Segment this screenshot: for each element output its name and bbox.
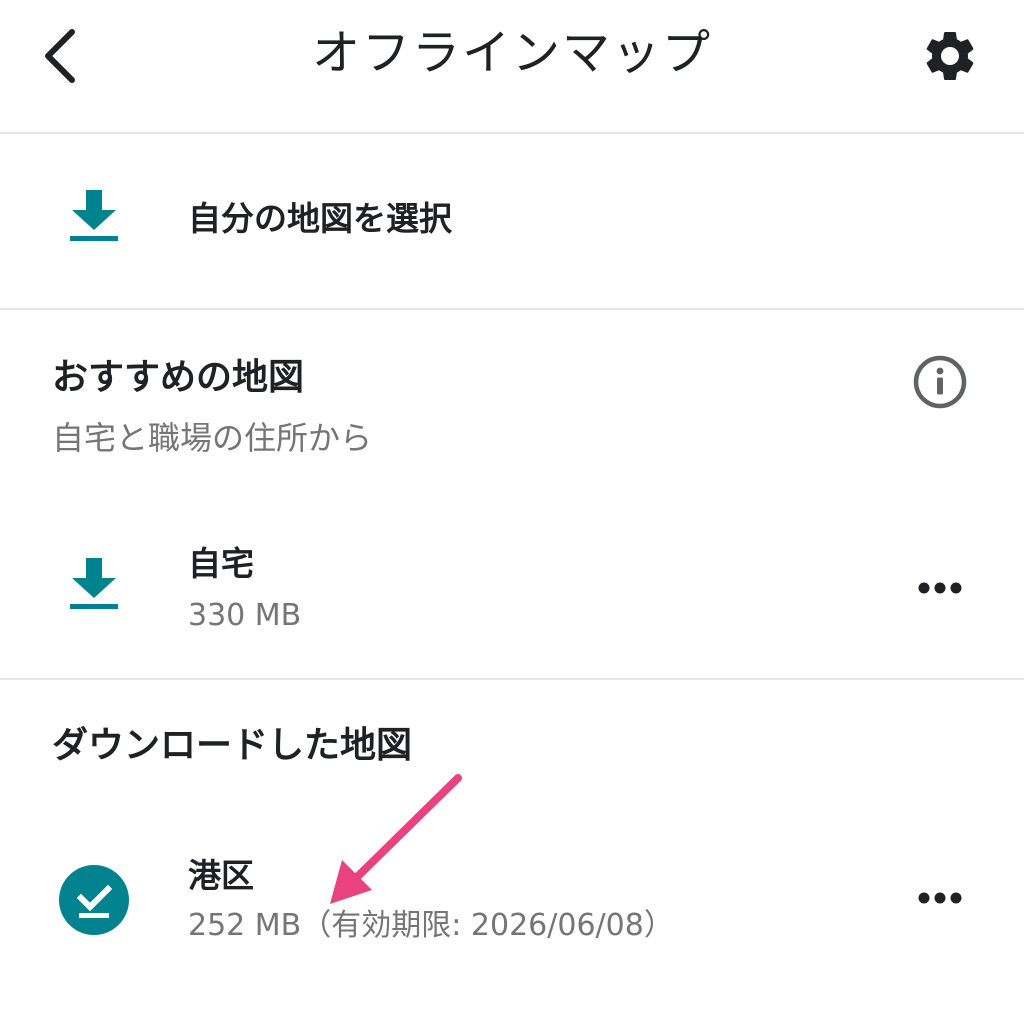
more-horizontal-icon xyxy=(918,892,962,904)
info-button[interactable] xyxy=(908,350,972,414)
info-icon xyxy=(913,355,967,409)
page-title: オフラインマップ xyxy=(311,25,712,81)
chevron-left-icon xyxy=(45,29,75,83)
download-icon xyxy=(70,190,118,241)
recommended-maps-subtitle: 自宅と職場の住所から xyxy=(52,419,373,457)
map-name: 自宅 xyxy=(188,544,254,583)
downloaded-maps-title: ダウンロードした地図 xyxy=(52,725,413,766)
select-own-map-row[interactable]: 自分の地図を選択 xyxy=(0,134,1024,310)
more-horizontal-icon xyxy=(918,582,962,594)
list-item-minato[interactable]: 港区 252 MB（有効期限: 2026/06/08） xyxy=(0,842,1024,972)
recommended-maps-title: おすすめの地図 xyxy=(52,357,305,398)
app-bar: オフラインマップ xyxy=(0,0,1024,134)
list-item-home[interactable]: 自宅 330 MB xyxy=(0,532,1024,678)
settings-button[interactable] xyxy=(912,20,988,92)
select-own-map-label: 自分の地図を選択 xyxy=(188,199,452,238)
section-divider xyxy=(0,678,1024,680)
download-icon xyxy=(70,558,118,609)
more-options-button[interactable] xyxy=(904,564,976,612)
back-button[interactable] xyxy=(26,18,94,94)
map-size-expiry: 252 MB（有効期限: 2026/06/08） xyxy=(188,908,674,943)
offline-maps-screen: オフラインマップ 自分の地図を選択 おすすめの地図 自宅と職場の住所から 自宅 … xyxy=(0,0,1024,1014)
map-name: 港区 xyxy=(188,856,254,895)
more-options-button[interactable] xyxy=(904,874,976,922)
downloaded-check-icon xyxy=(59,865,129,935)
gear-icon xyxy=(926,31,974,81)
map-size: 330 MB xyxy=(188,598,302,633)
